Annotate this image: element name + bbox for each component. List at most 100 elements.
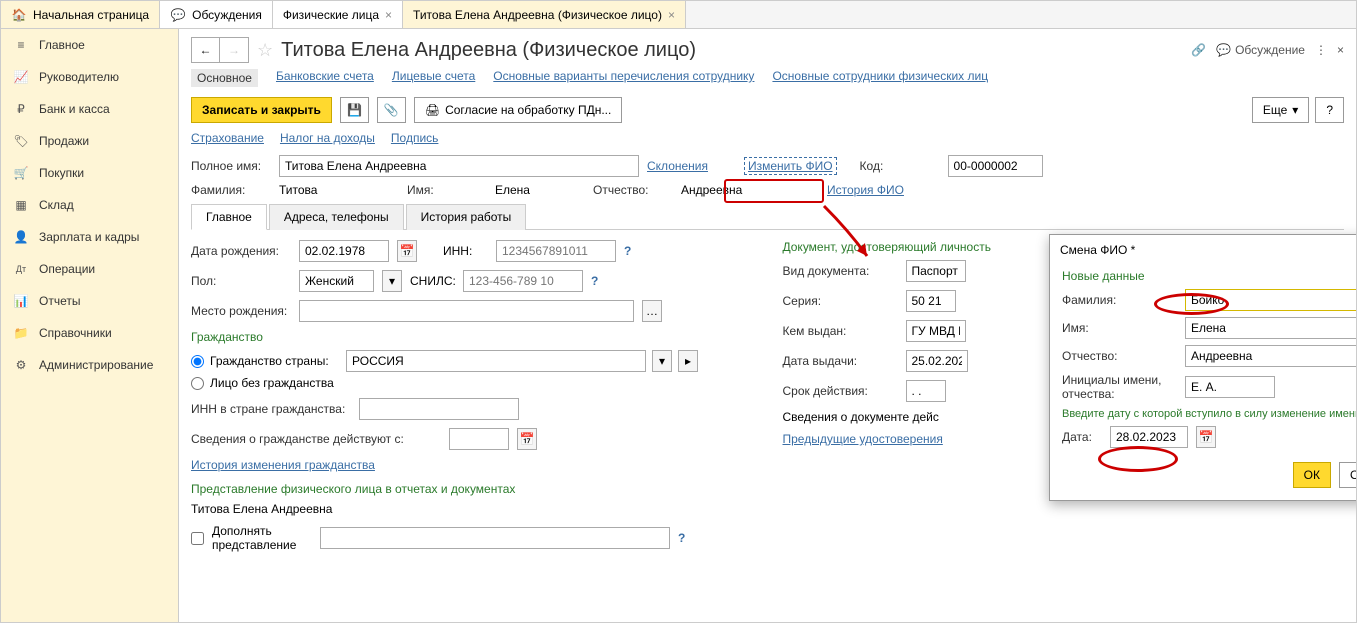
- supplement-checkbox[interactable]: [191, 532, 204, 545]
- sex-input[interactable]: [299, 270, 374, 292]
- star-icon[interactable]: ☆: [257, 40, 273, 61]
- help-button[interactable]: ?: [1315, 97, 1344, 123]
- close-icon[interactable]: ×: [1337, 43, 1344, 57]
- close-icon[interactable]: ×: [668, 8, 675, 22]
- valid-input[interactable]: [906, 380, 946, 402]
- dropdown-icon[interactable]: ▾: [382, 270, 402, 292]
- birthplace-input[interactable]: [299, 300, 634, 322]
- signature-link[interactable]: Подпись: [391, 131, 439, 145]
- subnav-main[interactable]: Основное: [191, 69, 258, 87]
- ruble-icon: ₽: [13, 101, 29, 117]
- save-close-button[interactable]: Записать и закрыть: [191, 97, 332, 123]
- help-icon[interactable]: ?: [678, 531, 685, 545]
- calendar-icon[interactable]: 📅: [517, 428, 537, 450]
- dlg-lastname-input[interactable]: [1185, 289, 1356, 311]
- citizen-none-radio[interactable]: [191, 377, 204, 390]
- sidebar-item-warehouse[interactable]: ▦Склад: [1, 189, 178, 221]
- sidebar-item-hr[interactable]: 👤Зарплата и кадры: [1, 221, 178, 253]
- citizen-from-input[interactable]: [449, 428, 509, 450]
- sidebar-item-manager[interactable]: 📈 Руководителю: [1, 61, 178, 93]
- dlg-firstname-input[interactable]: [1185, 317, 1356, 339]
- issued-input[interactable]: [906, 320, 966, 342]
- dlg-lastname-label: Фамилия:: [1062, 293, 1177, 307]
- grid-icon: ▦: [13, 197, 29, 213]
- discuss-link[interactable]: 💬Обсуждение: [1216, 43, 1305, 57]
- sidebar-item-refs[interactable]: 📁Справочники: [1, 317, 178, 349]
- series-input[interactable]: [906, 290, 956, 312]
- link-icon[interactable]: 🔗: [1191, 43, 1206, 57]
- citizen-country-radio[interactable]: [191, 355, 204, 368]
- code-input[interactable]: [948, 155, 1043, 177]
- more-icon[interactable]: ⋮: [1315, 43, 1327, 57]
- dlg-hint: Введите дату с которой вступило в силу и…: [1062, 408, 1356, 420]
- sidebar-item-admin[interactable]: ⚙Администрирование: [1, 349, 178, 381]
- dropdown-icon[interactable]: ▾: [652, 350, 672, 372]
- doctype-input[interactable]: [906, 260, 966, 282]
- calendar-icon[interactable]: 📅: [1196, 426, 1216, 448]
- dialog-title: Смена ФИО *: [1060, 243, 1135, 257]
- country-input[interactable]: [346, 350, 646, 372]
- consent-button[interactable]: 🖨Согласие на обработку ПДн...: [414, 97, 622, 123]
- series-label: Серия:: [783, 294, 898, 308]
- history-fio-link[interactable]: История ФИО: [827, 183, 904, 197]
- citizen-country-label: Гражданство страны:: [210, 354, 340, 368]
- sidebar-item-sales[interactable]: 🏷Продажи: [1, 125, 178, 157]
- tab-main[interactable]: Главное: [191, 204, 267, 230]
- docdate-input[interactable]: [906, 350, 968, 372]
- tax-link[interactable]: Налог на доходы: [280, 131, 375, 145]
- subnav-transfers[interactable]: Основные варианты перечисления сотрудник…: [493, 69, 754, 87]
- ok-button[interactable]: ОК: [1293, 462, 1331, 488]
- subnav-bank[interactable]: Банковские счета: [276, 69, 374, 87]
- tab-addresses[interactable]: Адреса, телефоны: [269, 204, 404, 230]
- snils-input[interactable]: [463, 270, 583, 292]
- sidebar-item-label: Продажи: [39, 134, 89, 148]
- sidebar-item-main[interactable]: ≡Главное: [1, 29, 178, 61]
- lastname-label: Фамилия:: [191, 183, 271, 197]
- citizen-from-label: Сведения о гражданстве действуют с:: [191, 432, 441, 446]
- citizenship-history-link[interactable]: История изменения гражданства: [191, 458, 375, 472]
- folder-icon: 📁: [13, 325, 29, 341]
- prev-docs-link[interactable]: Предыдущие удостоверения: [783, 432, 943, 446]
- issued-label: Кем выдан:: [783, 324, 898, 338]
- insurance-link[interactable]: Страхование: [191, 131, 264, 145]
- inn-country-input[interactable]: [359, 398, 519, 420]
- birth-input[interactable]: [299, 240, 389, 262]
- sidebar-item-reports[interactable]: 📊Отчеты: [1, 285, 178, 317]
- gear-icon: ⚙: [13, 357, 29, 373]
- sidebar-item-label: Руководителю: [39, 70, 119, 84]
- help-icon[interactable]: ?: [591, 274, 598, 288]
- tab-discuss[interactable]: 💬 Обсуждения: [160, 1, 273, 28]
- close-icon[interactable]: ×: [385, 8, 392, 22]
- help-icon[interactable]: ?: [624, 244, 631, 258]
- citizenship-header: Гражданство: [191, 330, 753, 344]
- dlg-initials-input[interactable]: [1185, 376, 1275, 398]
- dlg-date-input[interactable]: [1110, 426, 1188, 448]
- open-icon[interactable]: ▸: [678, 350, 698, 372]
- cancel-button[interactable]: Отмена: [1339, 462, 1356, 488]
- chart-icon: 📈: [13, 69, 29, 85]
- tab-persons[interactable]: Физические лица ×: [273, 1, 403, 28]
- fullname-input[interactable]: [279, 155, 639, 177]
- inn-input[interactable]: [496, 240, 616, 262]
- calendar-icon[interactable]: 📅: [397, 240, 417, 262]
- sidebar-item-bank[interactable]: ₽Банк и касса: [1, 93, 178, 125]
- attach-button[interactable]: 📎: [377, 97, 406, 123]
- representation-header: Представление физического лица в отчетах…: [191, 482, 753, 496]
- ellipsis-icon[interactable]: …: [642, 300, 662, 322]
- tab-work-history[interactable]: История работы: [406, 204, 527, 230]
- more-button[interactable]: Еще ▾: [1252, 97, 1309, 123]
- save-button[interactable]: 💾: [340, 97, 369, 123]
- sidebar-item-operations[interactable]: ДтОперации: [1, 253, 178, 285]
- sidebar-item-purchases[interactable]: 🛒Покупки: [1, 157, 178, 189]
- tab-home[interactable]: 🏠 Начальная страница: [1, 1, 160, 28]
- top-tabs: 🏠 Начальная страница 💬 Обсуждения Физиче…: [1, 1, 1356, 29]
- supplement-input[interactable]: [320, 527, 670, 549]
- tab-person[interactable]: Титова Елена Андреевна (Физическое лицо)…: [403, 1, 686, 28]
- subnav-personal[interactable]: Лицевые счета: [392, 69, 475, 87]
- declension-link[interactable]: Склонения: [647, 159, 708, 173]
- dlg-patronymic-input[interactable]: [1185, 345, 1356, 367]
- back-button[interactable]: ←: [192, 38, 220, 62]
- subnav-employees[interactable]: Основные сотрудники физических лиц: [772, 69, 988, 87]
- forward-button[interactable]: →: [220, 38, 248, 62]
- change-fio-link[interactable]: Изменить ФИО: [744, 157, 837, 175]
